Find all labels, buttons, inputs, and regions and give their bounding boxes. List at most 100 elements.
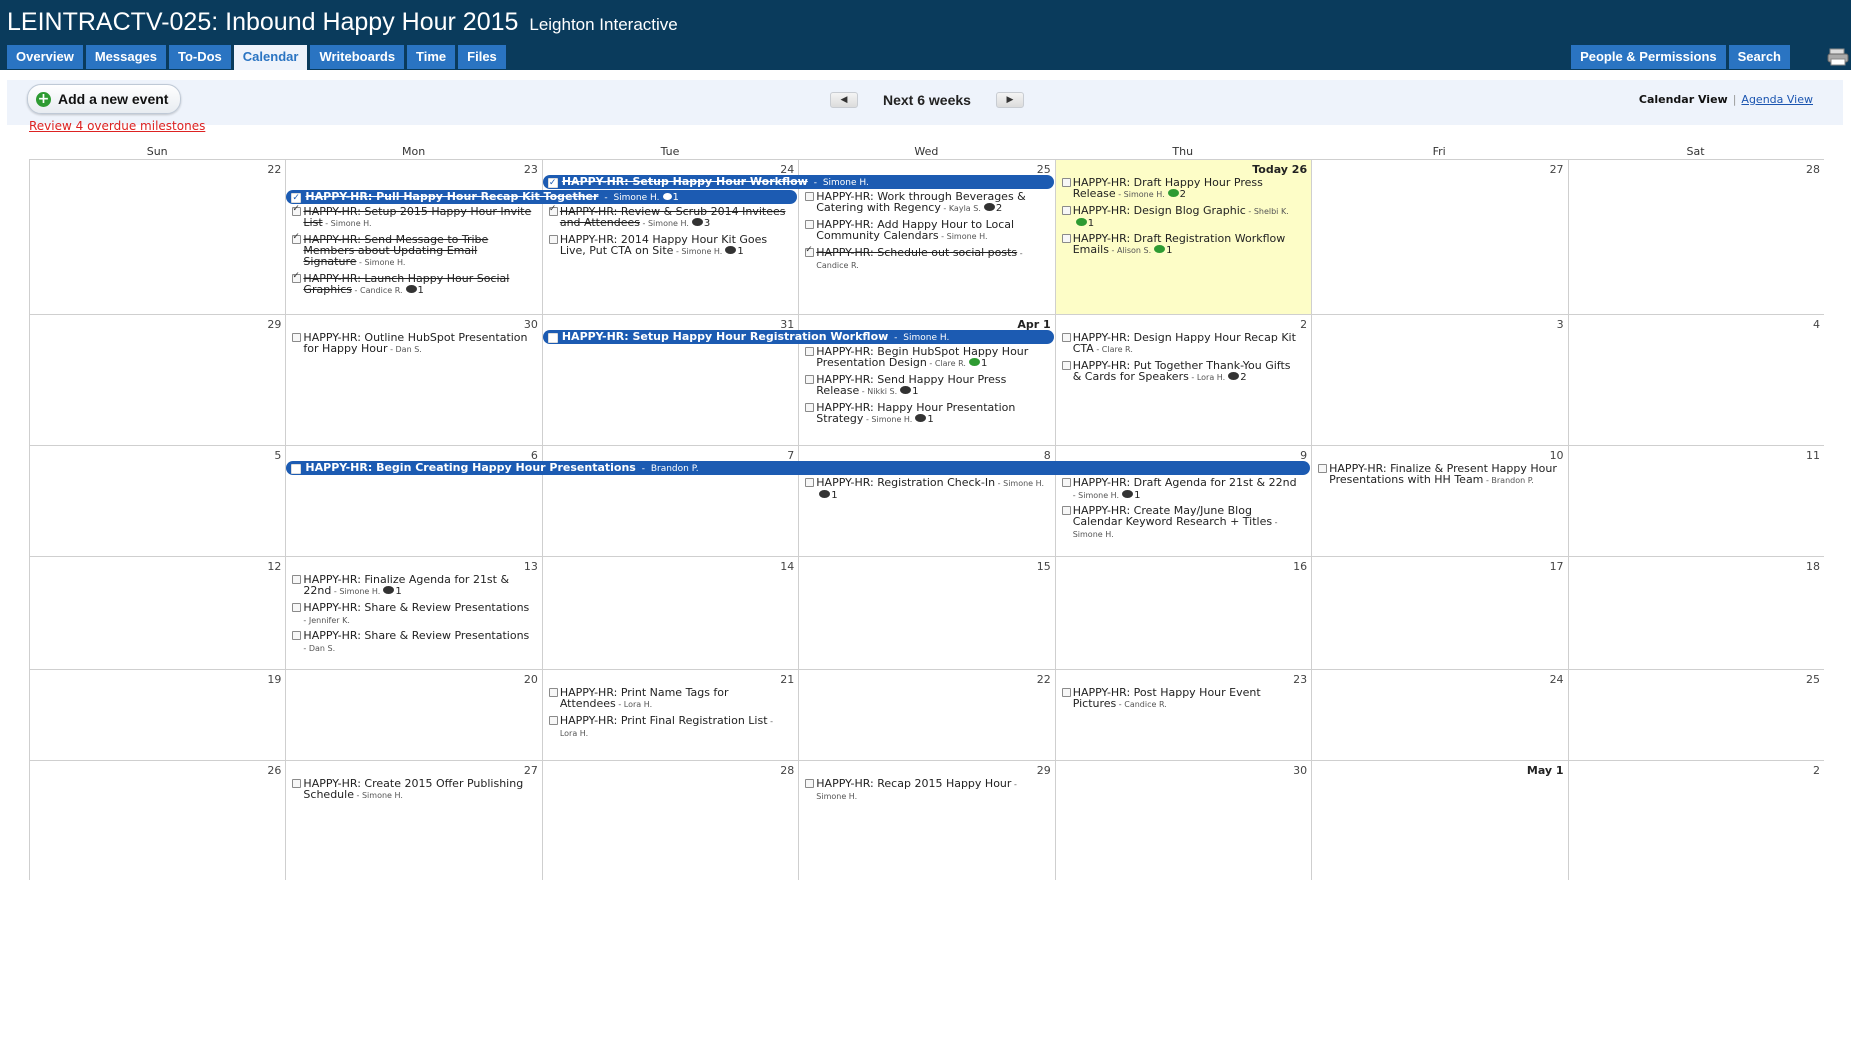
multiday-event-bar[interactable]: HAPPY-HR: Begin Creating Happy Hour Pres… (286, 461, 1311, 475)
todo-item[interactable]: HAPPY-HR: Design Blog Graphic - Shelbi K… (1057, 205, 1301, 229)
comment-icon[interactable] (1228, 372, 1240, 380)
todo-checkbox[interactable] (805, 245, 815, 257)
todo-checkbox[interactable] (805, 375, 815, 384)
todo-checkbox[interactable] (292, 204, 302, 216)
day-cell[interactable]: 12 (29, 556, 286, 669)
comment-icon[interactable] (900, 386, 912, 394)
overdue-milestones-link[interactable]: Review 4 overdue milestones (29, 119, 205, 133)
todo-checkbox[interactable] (805, 220, 815, 229)
comment-icon[interactable] (1154, 245, 1166, 253)
todo-checkbox[interactable] (548, 716, 558, 725)
comment-icon[interactable] (691, 218, 703, 226)
day-cell[interactable]: 17 (1311, 556, 1568, 669)
todo-checkbox[interactable] (292, 575, 302, 584)
day-cell[interactable]: 2 (1567, 760, 1824, 880)
day-cell[interactable]: 22 (798, 669, 1055, 760)
todo-item[interactable]: HAPPY-HR: Send Happy Hour Press Release … (800, 374, 1044, 397)
todo-checkbox[interactable] (292, 333, 302, 342)
day-cell[interactable]: 29 (29, 314, 286, 445)
todo-item[interactable]: HAPPY-HR: Create May/June Blog Calendar … (1057, 505, 1301, 540)
tab-search[interactable]: Search (1728, 45, 1790, 69)
todo-item[interactable]: HAPPY-HR: Review & Scrub 2014 Invitees a… (544, 204, 788, 229)
printer-icon[interactable] (1827, 48, 1851, 66)
day-cell[interactable]: 3 (1311, 314, 1568, 445)
day-cell[interactable]: 28 (1567, 159, 1824, 314)
todo-checkbox[interactable] (292, 631, 302, 640)
day-cell[interactable]: 30 (1054, 760, 1312, 880)
day-cell[interactable]: 14 (541, 556, 799, 669)
day-cell[interactable]: 16 (1054, 556, 1312, 669)
comment-icon[interactable] (819, 490, 831, 498)
todo-checkbox[interactable] (805, 779, 815, 788)
todo-item[interactable]: HAPPY-HR: Share & Review Presentations -… (287, 602, 531, 626)
todo-checkbox[interactable] (1061, 478, 1071, 487)
todo-item[interactable]: HAPPY-HR: Draft Agenda for 21st & 22nd -… (1057, 477, 1301, 501)
todo-item[interactable]: HAPPY-HR: Print Final Registration List … (544, 715, 788, 739)
day-cell[interactable]: 27 (1311, 159, 1568, 314)
todo-checkbox[interactable] (1061, 688, 1071, 697)
todo-checkbox[interactable] (805, 403, 815, 412)
comment-icon[interactable] (1167, 189, 1179, 197)
todo-item[interactable]: HAPPY-HR: Draft Registration Workflow Em… (1057, 233, 1301, 256)
day-cell[interactable]: 20 (285, 669, 542, 760)
day-cell[interactable]: 28 (541, 760, 799, 880)
todo-item[interactable]: HAPPY-HR: Finalize & Present Happy Hour … (1313, 463, 1557, 486)
todo-checkbox[interactable] (292, 603, 302, 612)
todo-item[interactable]: HAPPY-HR: Work through Beverages & Cater… (800, 191, 1044, 214)
day-cell[interactable]: 5 (29, 445, 286, 556)
todo-checkbox[interactable] (548, 235, 558, 244)
tab-people-permissions[interactable]: People & Permissions (1571, 45, 1726, 69)
todo-item[interactable]: HAPPY-HR: Put Together Thank-You Gifts &… (1057, 360, 1301, 383)
todo-item[interactable]: HAPPY-HR: Print Name Tags for Attendees … (544, 687, 788, 710)
todo-item[interactable]: HAPPY-HR: Draft Happy Hour Press Release… (1057, 177, 1301, 200)
todo-checkbox[interactable] (1061, 333, 1071, 342)
todo-item[interactable]: HAPPY-HR: Send Message to Tribe Members … (287, 232, 531, 268)
day-cell[interactable]: 4 (1567, 314, 1824, 445)
todo-checkbox[interactable] (292, 271, 302, 283)
todo-checkbox[interactable] (548, 204, 558, 216)
todo-checkbox[interactable] (1061, 234, 1071, 243)
day-cell[interactable]: 22 (29, 159, 286, 314)
next-period-button[interactable]: ▶ (995, 92, 1024, 108)
comment-icon[interactable] (1122, 490, 1134, 498)
comment-icon[interactable] (405, 285, 417, 293)
event-checkbox[interactable] (547, 333, 558, 343)
day-cell[interactable]: 25 (1567, 669, 1824, 760)
todo-checkbox[interactable] (1061, 206, 1071, 215)
add-event-button[interactable]: + Add a new event (27, 84, 182, 114)
todo-item[interactable]: HAPPY-HR: Share & Review Presentations -… (287, 630, 531, 654)
event-checkbox[interactable] (291, 191, 302, 204)
todo-item[interactable]: HAPPY-HR: Launch Happy Hour Social Graph… (287, 271, 531, 296)
todo-checkbox[interactable] (805, 478, 815, 487)
todo-checkbox[interactable] (805, 347, 815, 356)
tab-calendar[interactable]: Calendar (233, 45, 308, 70)
comment-icon[interactable] (725, 246, 737, 254)
day-cell[interactable]: 23 (1054, 669, 1312, 760)
tab-overview[interactable]: Overview (7, 45, 83, 69)
day-cell[interactable]: 24 (1311, 669, 1568, 760)
prev-period-button[interactable]: ◀ (830, 92, 858, 108)
day-cell[interactable]: 18 (1567, 556, 1824, 669)
todo-item[interactable]: HAPPY-HR: Add Happy Hour to Local Commun… (800, 219, 1044, 242)
todo-checkbox[interactable] (292, 779, 302, 788)
todo-item[interactable]: HAPPY-HR: Begin HubSpot Happy Hour Prese… (800, 346, 1044, 369)
todo-checkbox[interactable] (292, 232, 302, 244)
tab-time[interactable]: Time (407, 45, 456, 69)
todo-item[interactable]: HAPPY-HR: Design Happy Hour Recap Kit CT… (1057, 332, 1301, 355)
todo-checkbox[interactable] (1061, 506, 1071, 515)
todo-item[interactable]: HAPPY-HR: Recap 2015 Happy Hour - Simone… (800, 778, 1044, 802)
multiday-event-bar[interactable]: HAPPY-HR: Pull Happy Hour Recap Kit Toge… (286, 190, 798, 204)
comment-icon[interactable] (383, 586, 395, 594)
tab-todos[interactable]: To-Dos (168, 45, 231, 69)
multiday-event-bar[interactable]: HAPPY-HR: Setup Happy Hour Workflow - Si… (542, 175, 1054, 189)
tab-messages[interactable]: Messages (85, 45, 166, 69)
day-cell[interactable]: 11 (1567, 445, 1824, 556)
comment-icon[interactable] (662, 192, 672, 200)
day-cell[interactable]: 26 (29, 760, 286, 880)
comment-icon[interactable] (1075, 218, 1087, 226)
day-cell[interactable]: 19 (29, 669, 286, 760)
todo-checkbox[interactable] (548, 688, 558, 697)
todo-item[interactable]: HAPPY-HR: Schedule out social posts - Ca… (800, 245, 1044, 271)
multiday-event-bar[interactable]: HAPPY-HR: Setup Happy Hour Registration … (542, 330, 1054, 344)
todo-item[interactable]: HAPPY-HR: Happy Hour Presentation Strate… (800, 402, 1044, 425)
